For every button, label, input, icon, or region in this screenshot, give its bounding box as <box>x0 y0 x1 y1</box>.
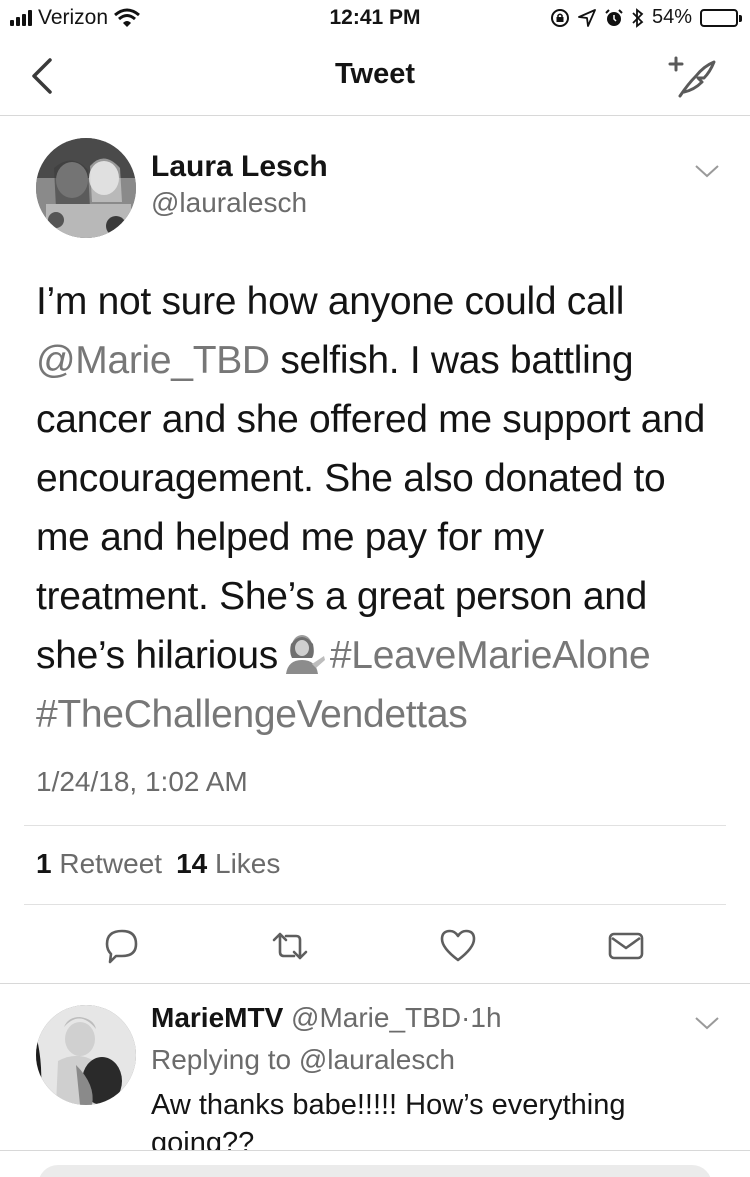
tweet-line: me and helped me pay for my <box>36 516 544 559</box>
battery-icon <box>700 8 742 27</box>
battery-percent: 54% <box>651 6 692 28</box>
reply-input[interactable] <box>38 1165 712 1177</box>
alarm-icon <box>605 8 623 26</box>
likes-stat[interactable]: 14 Likes <box>176 848 280 879</box>
status-right: 54% <box>550 6 742 29</box>
tweet-line: she’s hilarious #LeaveMarieAlone <box>36 634 651 677</box>
reply-compose-bar <box>0 1150 750 1177</box>
mention-link[interactable]: @Marie_TBD <box>36 339 270 382</box>
tweet-text: I’m not sure how anyone could call @Mari… <box>36 272 726 744</box>
retweets-stat[interactable]: 1 Retweet <box>36 848 162 879</box>
retweet-icon[interactable] <box>270 926 310 966</box>
replying-to: Replying to @lauralesch <box>151 1044 455 1075</box>
hashtag-link[interactable]: #LeaveMarieAlone <box>330 634 651 677</box>
reply-avatar[interactable] <box>36 1005 136 1105</box>
tweet-line: cancer and she offered me support and <box>36 398 705 441</box>
tweet-actions <box>0 920 750 970</box>
person-tipping-hand-emoji <box>285 635 325 674</box>
reply-author-name[interactable]: MarieMTV <box>151 1002 283 1033</box>
author-handle[interactable]: @lauralesch <box>151 187 307 219</box>
section-separator <box>0 983 750 984</box>
compose-tweet-icon[interactable] <box>666 54 718 100</box>
hashtag-link[interactable]: #TheChallengeVendettas <box>36 693 468 736</box>
tweet-line: I’m not sure how anyone could call <box>36 280 625 323</box>
replying-to-handle[interactable]: @lauralesch <box>299 1044 455 1075</box>
bluetooth-icon <box>632 7 644 28</box>
tweet-line: #TheChallengeVendettas <box>36 685 726 744</box>
reply-header: MarieMTV @Marie_TBD·1h <box>151 1002 502 1034</box>
page-title: Tweet <box>334 58 416 90</box>
chevron-down-icon[interactable] <box>694 1014 720 1032</box>
tweet-stats: 1 Retweet 14 Likes <box>36 848 280 880</box>
tweet-line: treatment. She’s a great person and <box>36 575 648 618</box>
author-name[interactable]: Laura Lesch <box>151 150 328 184</box>
reply-author-handle[interactable]: @Marie_TBD <box>291 1002 461 1033</box>
divider <box>24 825 726 826</box>
tweet-timestamp: 1/24/18, 1:02 AM <box>36 766 248 797</box>
avatar-image <box>36 138 136 238</box>
avatar-image <box>36 1005 136 1105</box>
reply-icon[interactable] <box>102 926 142 966</box>
reply-age: 1h <box>470 1002 502 1033</box>
tweet-line: @Marie_TBD selfish. I was battling <box>36 339 634 382</box>
share-icon[interactable] <box>606 926 646 966</box>
lock-rotation-icon <box>550 8 569 27</box>
nav-bar: Tweet <box>0 38 750 116</box>
status-bar: Verizon 12:41 PM 54% <box>0 0 750 38</box>
tweet-line: encouragement. She also donated to <box>36 457 666 500</box>
meta-separator: · <box>461 1002 471 1033</box>
divider <box>24 904 726 905</box>
chevron-down-icon[interactable] <box>694 162 720 180</box>
author-avatar[interactable] <box>36 138 136 238</box>
like-icon[interactable] <box>438 926 478 966</box>
location-icon <box>578 8 596 27</box>
